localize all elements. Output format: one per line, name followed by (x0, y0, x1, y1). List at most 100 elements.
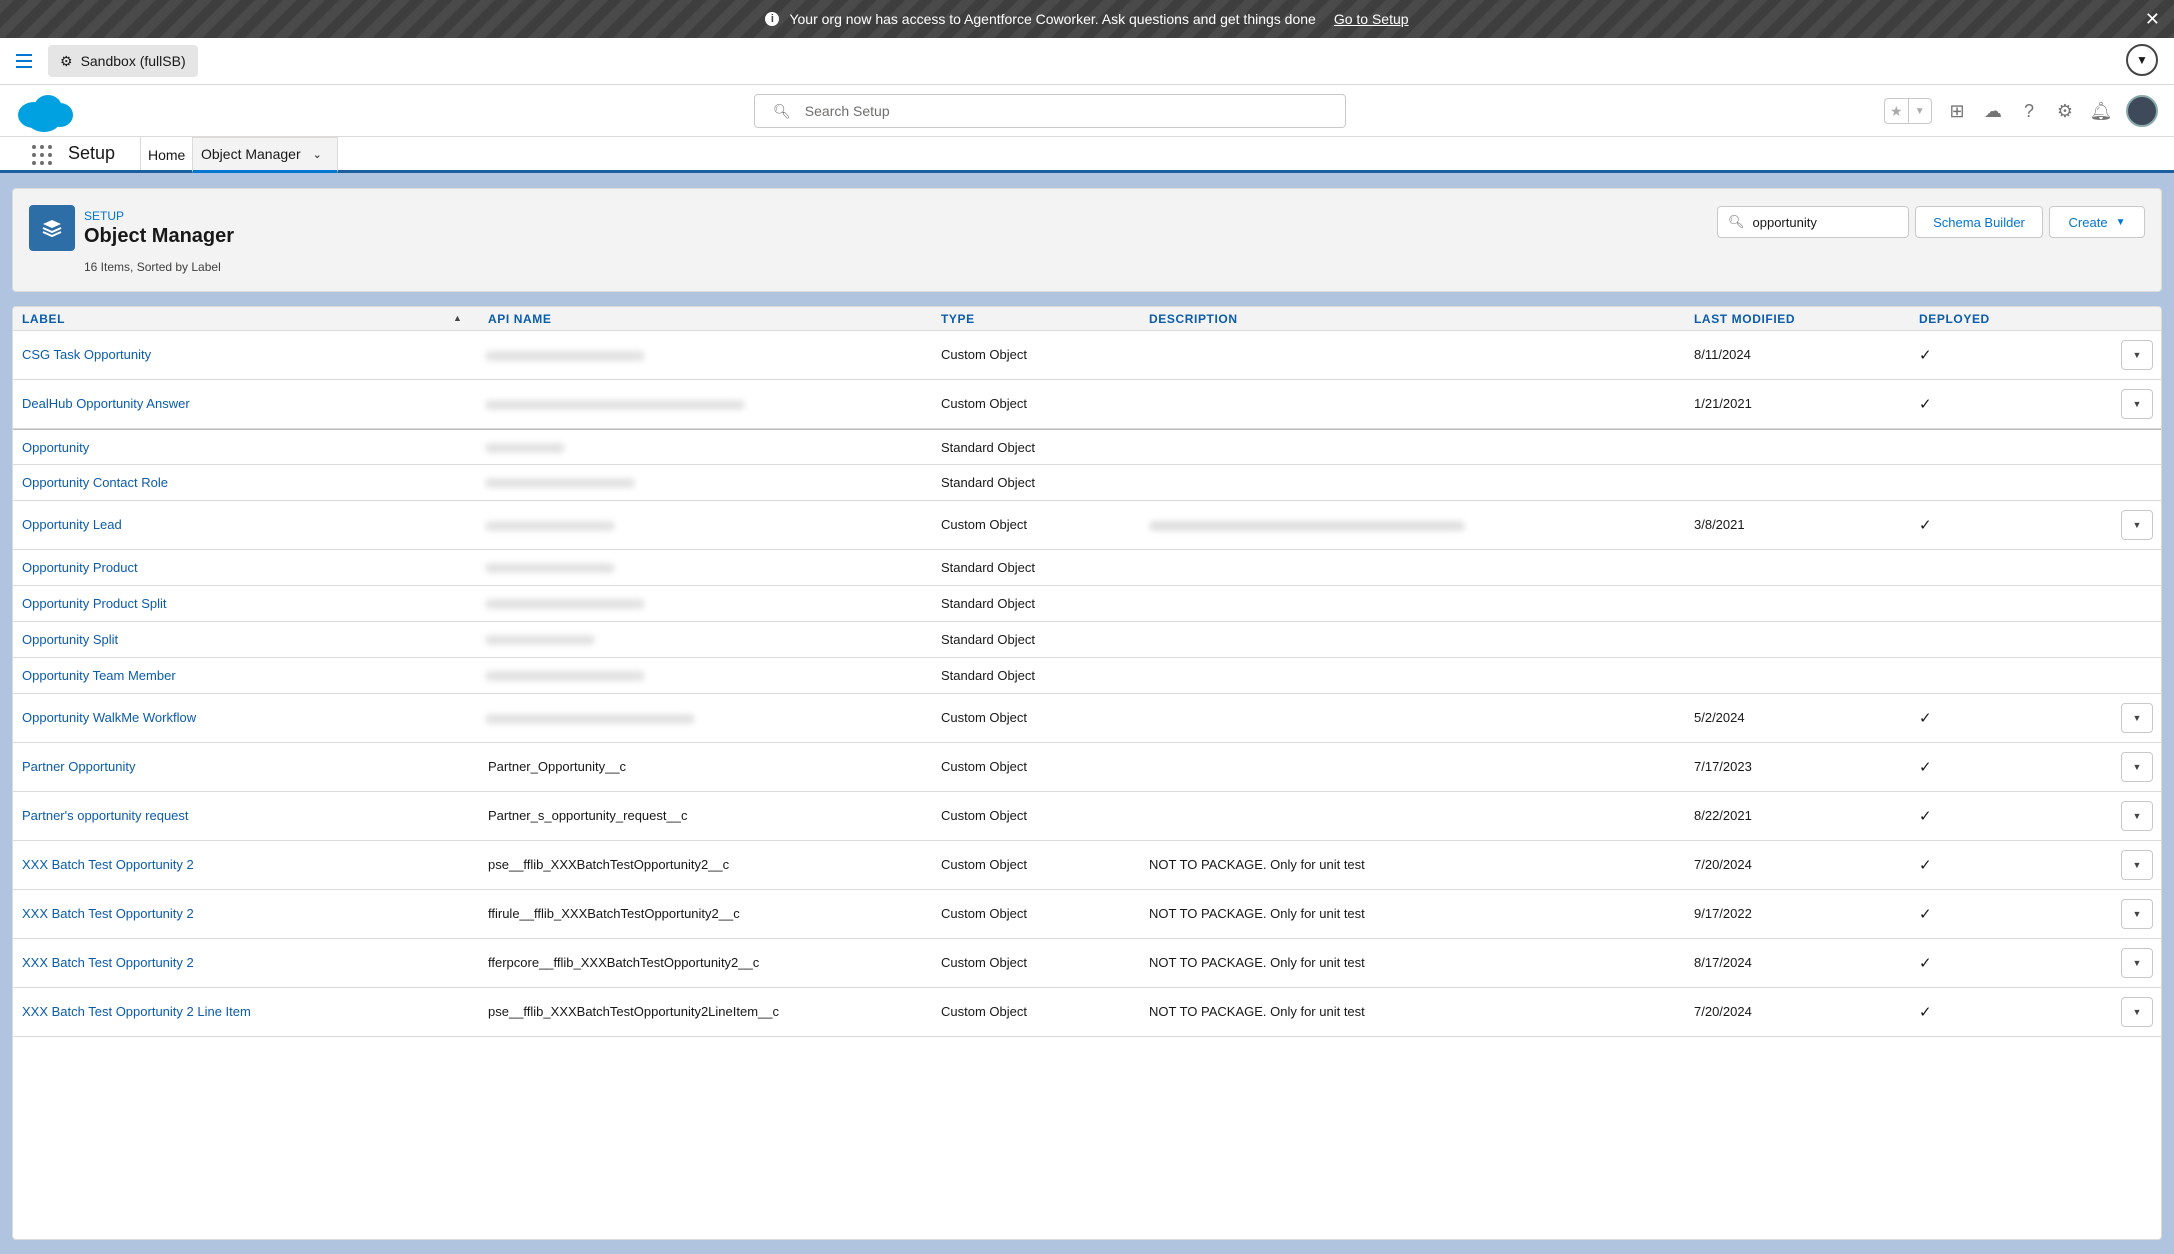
item-count: 16 Items, Sorted by Label (84, 260, 221, 274)
row-actions-button[interactable]: ▼ (2121, 510, 2153, 540)
object-type: Custom Object (941, 517, 1027, 532)
tab-label: Object Manager (201, 146, 301, 162)
salesforce-logo (18, 95, 73, 132)
gear-icon[interactable]: ⚙ (2054, 100, 2076, 122)
object-type: Standard Object (941, 560, 1035, 575)
trailhead-icon[interactable]: ☁ (1982, 100, 2004, 122)
row-actions-button[interactable]: ▼ (2121, 752, 2153, 782)
last-modified: 1/21/2021 (1694, 396, 1752, 411)
object-label-link[interactable]: DealHub Opportunity Answer (22, 396, 190, 411)
app-launcher-icon[interactable] (32, 145, 52, 165)
breadcrumb[interactable]: SETUP (84, 209, 124, 223)
last-modified: 3/8/2021 (1694, 517, 1745, 532)
object-type: Custom Object (941, 347, 1027, 362)
star-icon[interactable]: ★ (1885, 99, 1908, 123)
last-modified: 5/2/2024 (1694, 710, 1745, 725)
object-label-link[interactable]: Partner's opportunity request (22, 808, 189, 823)
last-modified: 8/11/2024 (1694, 347, 1751, 362)
avatar[interactable] (2126, 95, 2158, 127)
row-actions-button[interactable]: ▼ (2121, 801, 2153, 831)
gear-icon: ⚙ (60, 52, 73, 69)
row-actions-button[interactable]: ▼ (2121, 703, 2153, 733)
api-name-redacted (485, 443, 565, 453)
add-icon[interactable]: ⊞ (1946, 100, 1968, 122)
create-button[interactable]: Create ▼ (2049, 206, 2145, 238)
api-name-redacted (485, 599, 645, 609)
deployed-check-icon: ✓ (1919, 710, 1932, 727)
object-label-link[interactable]: Opportunity Contact Role (22, 475, 168, 490)
api-name: Partner_Opportunity__c (488, 759, 627, 774)
row-actions-button[interactable]: ▼ (2121, 899, 2153, 929)
app-nav: Setup Home Object Manager ⌄ (0, 137, 2174, 173)
col-deployed[interactable]: DEPLOYED (1919, 312, 1990, 326)
deployed-check-icon: ✓ (1919, 517, 1932, 534)
table-row: Opportunity Product Standard Object (13, 550, 2161, 586)
table-row: Partner's opportunity request Partner_s_… (13, 792, 2161, 841)
object-type: Custom Object (941, 955, 1027, 970)
object-label-link[interactable]: CSG Task Opportunity (22, 347, 151, 362)
info-icon: i (765, 12, 780, 26)
row-actions-button[interactable]: ▼ (2121, 850, 2153, 880)
object-label-link[interactable]: Partner Opportunity (22, 759, 135, 774)
object-label-link[interactable]: Opportunity Split (22, 632, 118, 647)
object-label-link[interactable]: XXX Batch Test Opportunity 2 (22, 955, 194, 970)
table-header: LABEL ▲ API NAME TYPE DESCRIPTION LAST M… (13, 307, 2161, 331)
object-type: Standard Object (941, 475, 1035, 490)
table-row: Opportunity WalkMe Workflow Custom Objec… (13, 694, 2161, 743)
chevron-down-icon[interactable]: ▼ (1907, 99, 1932, 123)
row-actions-button[interactable]: ▼ (2121, 389, 2153, 419)
api-name: pse__fflib_XXXBatchTestOpportunity2LineI… (488, 1004, 779, 1019)
close-icon[interactable]: ✕ (2145, 9, 2160, 30)
global-search-input[interactable]: 🔍︎ Search Setup (754, 94, 1346, 128)
col-description[interactable]: DESCRIPTION (1149, 312, 1238, 326)
chevron-down-icon[interactable]: ⌄ (313, 148, 322, 161)
row-actions-button[interactable]: ▼ (2121, 997, 2153, 1027)
object-label-link[interactable]: Opportunity (22, 440, 89, 455)
chevron-down-icon: ▼ (2115, 216, 2126, 228)
col-api-name[interactable]: API NAME (488, 312, 551, 326)
object-description: NOT TO PACKAGE. Only for unit test (1149, 857, 1365, 872)
api-name: Partner_s_opportunity_request__c (488, 808, 688, 823)
quick-find-value: opportunity (1752, 214, 1817, 230)
menu-icon[interactable] (16, 54, 32, 72)
object-description: NOT TO PACKAGE. Only for unit test (1149, 906, 1365, 921)
page-header: SETUP Object Manager 16 Items, Sorted by… (12, 188, 2162, 292)
chevron-down-icon[interactable]: ▼ (2126, 44, 2158, 76)
object-type: Custom Object (941, 396, 1027, 411)
table-row: Opportunity Split Standard Object (13, 622, 2161, 658)
object-label-link[interactable]: Opportunity Team Member (22, 668, 176, 683)
object-type: Standard Object (941, 668, 1035, 683)
favorites-button[interactable]: ★ ▼ (1884, 98, 1932, 124)
sort-ascending-icon[interactable]: ▲ (453, 313, 462, 323)
quick-find-input[interactable]: 🔍︎ opportunity (1717, 206, 1909, 238)
tab-object-manager[interactable]: Object Manager ⌄ (192, 137, 338, 173)
deployed-check-icon: ✓ (1919, 347, 1932, 364)
object-label-link[interactable]: Opportunity Product Split (22, 596, 167, 611)
help-icon[interactable]: ? (2018, 100, 2040, 122)
row-actions-button[interactable]: ▼ (2121, 948, 2153, 978)
object-label-link[interactable]: Opportunity Lead (22, 517, 122, 532)
bell-icon[interactable]: 🔔︎ (2090, 100, 2113, 122)
api-name-redacted (485, 671, 645, 681)
object-description: NOT TO PACKAGE. Only for unit test (1149, 1004, 1365, 1019)
object-type: Custom Object (941, 1004, 1027, 1019)
sandbox-pill[interactable]: ⚙ Sandbox (fullSB) (48, 45, 198, 77)
col-type[interactable]: TYPE (941, 312, 975, 326)
object-label-link[interactable]: Opportunity Product (22, 560, 138, 575)
object-label-link[interactable]: XXX Batch Test Opportunity 2 (22, 906, 194, 921)
col-label[interactable]: LABEL (22, 312, 65, 326)
nav-home[interactable]: Home (148, 147, 185, 163)
table-row: CSG Task Opportunity Custom Object 8/11/… (13, 331, 2161, 380)
object-type: Custom Object (941, 808, 1027, 823)
object-label-link[interactable]: XXX Batch Test Opportunity 2 (22, 857, 194, 872)
object-label-link[interactable]: Opportunity WalkMe Workflow (22, 710, 196, 725)
sandbox-label: Sandbox (fullSB) (80, 53, 186, 69)
object-type: Standard Object (941, 440, 1035, 455)
schema-builder-button[interactable]: Schema Builder (1915, 206, 2043, 238)
table-row: XXX Batch Test Opportunity 2 pse__fflib_… (13, 841, 2161, 890)
search-icon: 🔍︎ (1728, 214, 1745, 229)
object-label-link[interactable]: XXX Batch Test Opportunity 2 Line Item (22, 1004, 251, 1019)
col-last-modified[interactable]: LAST MODIFIED (1694, 312, 1795, 326)
go-to-setup-link[interactable]: Go to Setup (1334, 11, 1409, 27)
row-actions-button[interactable]: ▼ (2121, 340, 2153, 370)
